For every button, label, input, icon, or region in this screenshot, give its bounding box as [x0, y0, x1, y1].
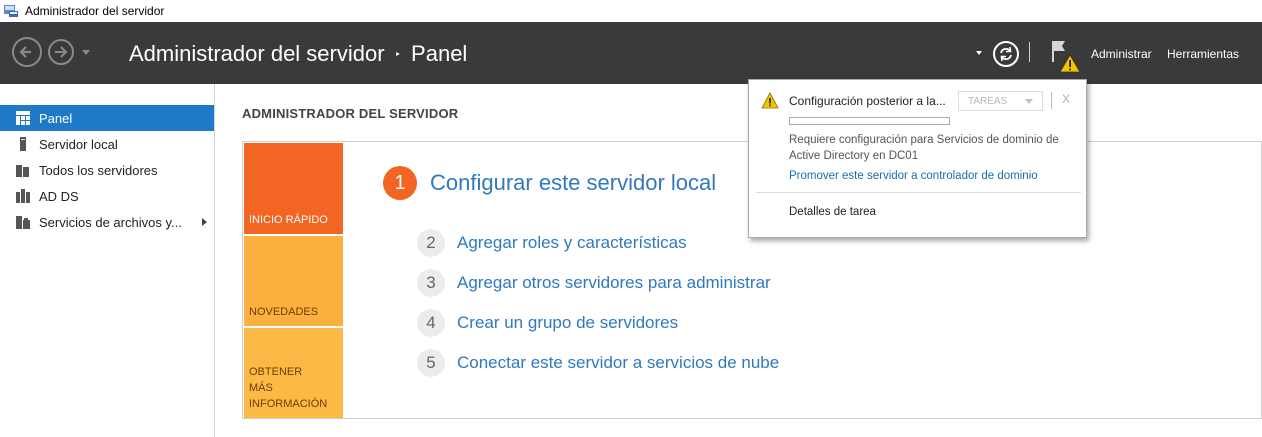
step-link-create-server-group[interactable]: Crear un grupo de servidores [457, 313, 678, 333]
page-title: ADMINISTRADOR DEL SERVIDOR [242, 106, 459, 121]
menu-manage[interactable]: Administrar [1091, 47, 1152, 61]
step-number-badge: 3 [417, 269, 445, 297]
close-button[interactable]: X [1062, 92, 1070, 106]
task-details-link[interactable]: Detalles de tarea [789, 206, 876, 218]
file-services-icon [16, 215, 30, 229]
notification-description: Requiere configuración para Servicios de… [789, 134, 1059, 162]
step-link-configure-local-server[interactable]: Configurar este servidor local [430, 170, 716, 196]
popup-divider [1051, 92, 1052, 109]
title-bar: Administrador del servidor [0, 0, 1262, 22]
breadcrumb-separator-icon: ‣ [394, 48, 402, 61]
breadcrumb-current: Panel [411, 41, 468, 66]
server-icon [16, 137, 30, 151]
notification-title: Configuración posterior a la... [789, 94, 946, 108]
tile-learn-more[interactable]: OBTENER MÁS INFORMACIÓN [244, 328, 343, 418]
ad-ds-icon [16, 189, 30, 203]
header-bar: Administrador del servidor ‣ Panel Admin… [0, 22, 1262, 84]
sidebar-item-label: Panel [39, 110, 73, 126]
tile-label: OBTENER MÁS INFORMACIÓN [249, 366, 328, 410]
step-number-badge: 4 [417, 309, 445, 337]
breadcrumb: Administrador del servidor ‣ Panel [129, 41, 467, 67]
progress-bar [789, 117, 950, 125]
menu-tools[interactable]: Herramientas [1167, 47, 1239, 61]
tasks-dropdown-label: TAREAS [968, 95, 1008, 107]
tile-label: INICIO RÁPIDO [249, 214, 328, 226]
refresh-button[interactable] [993, 41, 1019, 67]
sidebar-item-panel[interactable]: Panel [0, 105, 214, 131]
breadcrumb-dropdown-icon[interactable] [976, 51, 982, 55]
warning-icon [761, 92, 779, 109]
step-link-add-roles[interactable]: Agregar roles y características [457, 233, 687, 253]
tile-label: NOVEDADES [249, 306, 319, 318]
flag-warning-icon [1052, 41, 1081, 73]
step-number-badge: 2 [417, 229, 445, 257]
server-manager-app-icon [3, 4, 19, 18]
sidebar-item-label: AD DS [39, 188, 79, 204]
breadcrumb-root[interactable]: Administrador del servidor [129, 41, 385, 67]
back-icon [19, 46, 31, 58]
step-link-add-servers[interactable]: Agregar otros servidores para administra… [457, 273, 771, 293]
chevron-down-icon [1025, 99, 1033, 104]
sidebar: Panel Servidor local Todos los servidore… [0, 84, 215, 437]
sidebar-item-label: Todos los servidores [39, 162, 158, 178]
sidebar-item-local-server[interactable]: Servidor local [0, 131, 214, 157]
tile-quick-start[interactable]: INICIO RÁPIDO [244, 143, 343, 234]
window-title: Administrador del servidor [25, 4, 165, 18]
refresh-icon [1000, 46, 1012, 62]
tile-whats-new[interactable]: NOVEDADES [244, 236, 343, 326]
back-button[interactable] [12, 37, 42, 67]
notifications-flag-button[interactable] [1050, 38, 1084, 74]
step-number-badge: 1 [383, 166, 417, 200]
promote-domain-controller-link[interactable]: Promover este servidor a controlador de … [789, 170, 1038, 182]
forward-button[interactable] [48, 39, 74, 65]
sidebar-item-label: Servicios de archivos y... [39, 214, 182, 230]
forward-icon [55, 46, 68, 58]
step-link-connect-cloud[interactable]: Conectar este servidor a servicios de nu… [457, 353, 779, 373]
sidebar-item-ad-ds[interactable]: AD DS [0, 183, 214, 209]
dashboard-icon [16, 111, 30, 125]
sidebar-item-label: Servidor local [39, 136, 118, 152]
step-number-badge: 5 [417, 349, 445, 377]
history-dropdown-icon[interactable] [82, 50, 90, 55]
popup-separator [756, 192, 1081, 193]
notification-popup: Configuración posterior a la... TAREAS X… [748, 79, 1087, 238]
tasks-dropdown[interactable]: TAREAS [958, 91, 1043, 111]
expand-arrow-icon[interactable] [202, 218, 207, 226]
sidebar-item-all-servers[interactable]: Todos los servidores [0, 157, 214, 183]
servers-icon [16, 163, 30, 177]
header-divider [1029, 42, 1030, 62]
sidebar-item-file-services[interactable]: Servicios de archivos y... [0, 209, 214, 235]
